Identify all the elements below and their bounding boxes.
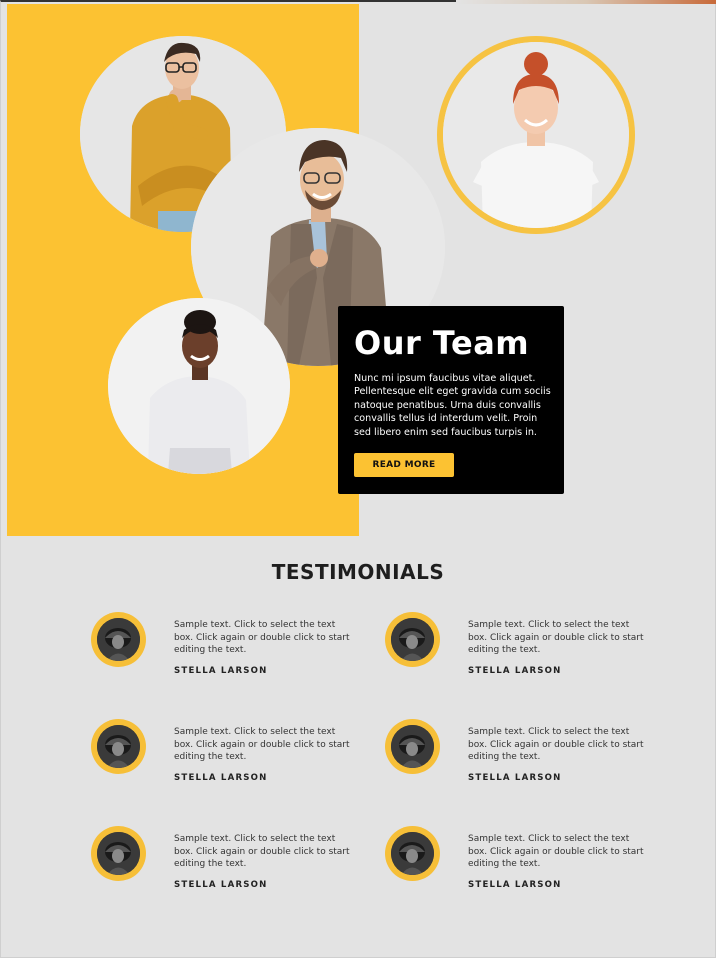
avatar-photo bbox=[391, 618, 434, 661]
testimonial-text[interactable]: Sample text. Click to select the text bo… bbox=[174, 833, 354, 871]
read-more-button[interactable]: READ MORE bbox=[354, 453, 454, 477]
testimonial-item: Sample text. Click to select the text bo… bbox=[385, 719, 675, 789]
avatar-photo bbox=[391, 832, 434, 875]
testimonial-author: STELLA LARSON bbox=[174, 773, 268, 783]
avatar-photo bbox=[97, 618, 140, 661]
avatar-icon bbox=[97, 832, 140, 875]
avatar-photo bbox=[391, 725, 434, 768]
avatar-icon bbox=[391, 618, 434, 661]
team-photo-woman-white-blouse[interactable] bbox=[108, 298, 290, 474]
our-team-description: Nunc mi ipsum faucibus vitae aliquet. Pe… bbox=[354, 373, 551, 438]
avatar-icon bbox=[391, 725, 434, 768]
testimonial-item: Sample text. Click to select the text bo… bbox=[385, 612, 675, 682]
avatar-icon bbox=[97, 725, 140, 768]
testimonial-text[interactable]: Sample text. Click to select the text bo… bbox=[468, 833, 648, 871]
team-photo-woman-red-hair[interactable] bbox=[437, 36, 635, 234]
top-accent-strip bbox=[456, 0, 716, 4]
testimonial-avatar bbox=[385, 612, 440, 667]
testimonial-avatar bbox=[91, 719, 146, 774]
testimonials-heading: TESTIMONIALS bbox=[271, 560, 445, 584]
testimonial-item: Sample text. Click to select the text bo… bbox=[91, 612, 381, 682]
our-team-title: Our Team bbox=[354, 324, 530, 362]
testimonial-item: Sample text. Click to select the text bo… bbox=[91, 719, 381, 789]
testimonial-item: Sample text. Click to select the text bo… bbox=[385, 826, 675, 896]
testimonial-text[interactable]: Sample text. Click to select the text bo… bbox=[468, 619, 648, 657]
testimonial-text[interactable]: Sample text. Click to select the text bo… bbox=[174, 726, 354, 764]
avatar-photo bbox=[97, 832, 140, 875]
testimonial-author: STELLA LARSON bbox=[174, 880, 268, 890]
testimonial-avatar bbox=[91, 826, 146, 881]
testimonial-text[interactable]: Sample text. Click to select the text bo… bbox=[174, 619, 354, 657]
testimonial-author: STELLA LARSON bbox=[468, 666, 562, 676]
person-illustration-3 bbox=[108, 298, 290, 474]
avatar-icon bbox=[391, 832, 434, 875]
testimonial-author: STELLA LARSON bbox=[468, 773, 562, 783]
our-team-card: Our Team Nunc mi ipsum faucibus vitae al… bbox=[338, 306, 564, 494]
avatar-photo bbox=[97, 725, 140, 768]
testimonial-text[interactable]: Sample text. Click to select the text bo… bbox=[468, 726, 648, 764]
testimonial-avatar bbox=[91, 612, 146, 667]
testimonial-author: STELLA LARSON bbox=[468, 880, 562, 890]
photo-inner-circle bbox=[443, 42, 629, 228]
person-illustration-4 bbox=[443, 42, 629, 228]
testimonial-item: Sample text. Click to select the text bo… bbox=[91, 826, 381, 896]
avatar-icon bbox=[97, 618, 140, 661]
testimonial-avatar bbox=[385, 826, 440, 881]
testimonial-author: STELLA LARSON bbox=[174, 666, 268, 676]
testimonial-avatar bbox=[385, 719, 440, 774]
